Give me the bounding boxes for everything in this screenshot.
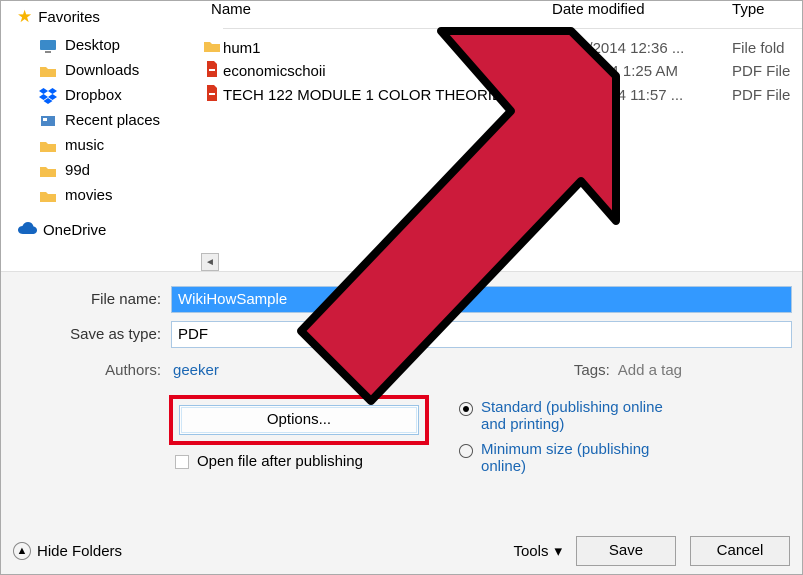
tags-label: Tags: xyxy=(574,362,618,379)
save-button[interactable]: Save xyxy=(576,536,676,566)
hide-folders-button[interactable]: ▲ Hide Folders xyxy=(13,542,122,560)
sidebar-item-movies[interactable]: movies xyxy=(11,183,201,208)
desktop-icon xyxy=(39,39,57,53)
file-date: 11/28/2014 11:57 ... xyxy=(552,87,732,104)
file-name: economicschoii xyxy=(223,63,552,80)
pdf-icon xyxy=(201,61,223,81)
filename-label: File name: xyxy=(1,291,161,308)
file-list-pane: Name Date modified Type hum1 11/29/2014 … xyxy=(201,1,802,271)
sidebar-item-music[interactable]: music xyxy=(11,133,201,158)
hide-folders-label: Hide Folders xyxy=(37,543,122,560)
saveas-input[interactable] xyxy=(171,321,792,348)
pdf-icon xyxy=(201,85,223,105)
sidebar: ★ Favorites Desktop Downloads Dropbox xyxy=(1,1,201,271)
folder-icon xyxy=(39,164,57,178)
folder-icon xyxy=(39,189,57,203)
file-date: 12/3/2014 1:25 AM xyxy=(552,63,732,80)
optimize-radio-group: Standard (publishing online and printing… xyxy=(439,395,681,479)
onedrive-icon xyxy=(17,222,37,239)
filename-input[interactable] xyxy=(171,286,792,313)
options-button[interactable]: Options... xyxy=(179,405,419,435)
sidebar-item-label: movies xyxy=(65,187,113,204)
sidebar-item-label: 99d xyxy=(65,162,90,179)
sidebar-onedrive[interactable]: OneDrive xyxy=(11,208,201,243)
radio-minimum[interactable]: Minimum size (publishing online) xyxy=(459,437,681,479)
folder-icon xyxy=(39,139,57,153)
scroll-left-button[interactable]: ◄ xyxy=(201,253,219,271)
radio-icon[interactable] xyxy=(459,402,473,416)
folder-icon xyxy=(201,39,223,57)
file-row[interactable]: economicschoii 12/3/2014 1:25 AM PDF Fil… xyxy=(201,59,802,83)
radio-standard[interactable]: Standard (publishing online and printing… xyxy=(459,395,681,437)
col-type[interactable]: Type xyxy=(732,1,802,18)
column-headers: Name Date modified Type xyxy=(201,1,802,24)
tags-value[interactable]: Add a tag xyxy=(618,362,802,379)
favorites-label: Favorites xyxy=(38,9,100,26)
folder-icon xyxy=(39,64,57,78)
sidebar-item-label: music xyxy=(65,137,104,154)
sidebar-item-label: Dropbox xyxy=(65,87,122,104)
recent-places-icon xyxy=(39,114,57,128)
dropbox-icon xyxy=(39,88,57,104)
tools-dropdown[interactable]: Tools ▾ xyxy=(513,542,562,560)
sidebar-item-label: Recent places xyxy=(65,112,160,129)
file-date: 11/29/2014 12:36 ... xyxy=(552,40,732,57)
col-name[interactable]: Name xyxy=(201,1,552,18)
options-button-highlight: Options... xyxy=(169,395,429,445)
divider xyxy=(223,28,802,29)
sidebar-item-label: OneDrive xyxy=(43,222,106,239)
file-type: File fold xyxy=(732,40,802,57)
file-row[interactable]: hum1 11/29/2014 12:36 ... File fold xyxy=(201,37,802,59)
save-form: File name: Save as type: Authors: geeker… xyxy=(1,271,802,574)
file-type: PDF File xyxy=(732,63,802,80)
col-date[interactable]: Date modified xyxy=(552,1,732,18)
authors-value[interactable]: geeker xyxy=(161,362,219,379)
file-name: TECH 122 MODULE 1 COLOR THEORIES(2) xyxy=(223,87,552,104)
star-icon: ★ xyxy=(17,7,32,27)
sidebar-item-recent[interactable]: Recent places xyxy=(11,108,201,133)
file-type: PDF File xyxy=(732,87,802,104)
chevron-up-icon: ▲ xyxy=(13,542,31,560)
saveas-label: Save as type: xyxy=(1,326,161,343)
authors-label: Authors: xyxy=(1,362,161,379)
radio-label: Standard (publishing online and printing… xyxy=(481,399,681,433)
radio-icon[interactable] xyxy=(459,444,473,458)
file-name: hum1 xyxy=(223,40,552,57)
checkbox-icon[interactable] xyxy=(175,455,189,469)
sidebar-item-99d[interactable]: 99d xyxy=(11,158,201,183)
sidebar-item-dropbox[interactable]: Dropbox xyxy=(11,83,201,108)
sidebar-item-downloads[interactable]: Downloads xyxy=(11,58,201,83)
sidebar-item-label: Desktop xyxy=(65,37,120,54)
favorites-header[interactable]: ★ Favorites xyxy=(11,5,201,33)
tools-label: Tools xyxy=(513,543,548,560)
sidebar-item-desktop[interactable]: Desktop xyxy=(11,33,201,58)
file-row[interactable]: TECH 122 MODULE 1 COLOR THEORIES(2) 11/2… xyxy=(201,83,802,107)
cancel-button[interactable]: Cancel xyxy=(690,536,790,566)
chevron-down-icon: ▾ xyxy=(554,542,562,560)
open-after-label: Open file after publishing xyxy=(197,453,363,470)
radio-label: Minimum size (publishing online) xyxy=(481,441,681,475)
open-after-checkbox-row[interactable]: Open file after publishing xyxy=(175,453,439,470)
sidebar-item-label: Downloads xyxy=(65,62,139,79)
